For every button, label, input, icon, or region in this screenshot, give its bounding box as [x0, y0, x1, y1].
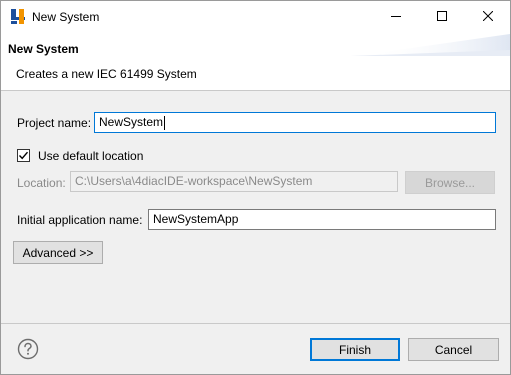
- close-button[interactable]: [466, 1, 510, 31]
- finish-button[interactable]: Finish: [310, 338, 400, 361]
- footer-separator: [1, 323, 510, 324]
- maximize-button[interactable]: [420, 1, 464, 31]
- location-label: Location:: [17, 176, 66, 190]
- banner-description: Creates a new IEC 61499 System: [16, 67, 197, 81]
- minimize-icon: [391, 16, 401, 17]
- initial-application-name-label: Initial application name:: [17, 213, 143, 227]
- checkmark-icon: [18, 151, 29, 160]
- project-name-input[interactable]: NewSystem: [94, 112, 496, 133]
- text-caret: [164, 115, 166, 130]
- browse-button: Browse...: [405, 171, 495, 194]
- use-default-location-checkbox[interactable]: [17, 149, 30, 162]
- help-icon[interactable]: [17, 338, 39, 360]
- project-name-value: NewSystem: [99, 115, 164, 129]
- maximize-icon: [437, 11, 447, 21]
- use-default-location-label[interactable]: Use default location: [38, 149, 143, 163]
- minimize-button[interactable]: [374, 1, 418, 31]
- close-icon: [483, 11, 493, 21]
- banner-decoration: [350, 34, 510, 56]
- window-title: New System: [32, 10, 100, 24]
- initial-application-name-input[interactable]: NewSystemApp: [148, 209, 496, 230]
- project-name-label: Project name:: [17, 116, 92, 130]
- advanced-button[interactable]: Advanced >>: [13, 241, 103, 264]
- 4diac-logo-icon: [9, 8, 27, 25]
- title-bar[interactable]: New System: [1, 1, 510, 32]
- banner-title: New System: [8, 42, 79, 56]
- wizard-banner: New System Creates a new IEC 61499 Syste…: [1, 32, 510, 90]
- location-input: C:\Users\a\4diacIDE-workspace\NewSystem: [70, 171, 398, 192]
- cancel-button[interactable]: Cancel: [408, 338, 499, 361]
- banner-separator: [1, 90, 510, 91]
- new-system-dialog: New System New System Creates a new IEC …: [0, 0, 511, 375]
